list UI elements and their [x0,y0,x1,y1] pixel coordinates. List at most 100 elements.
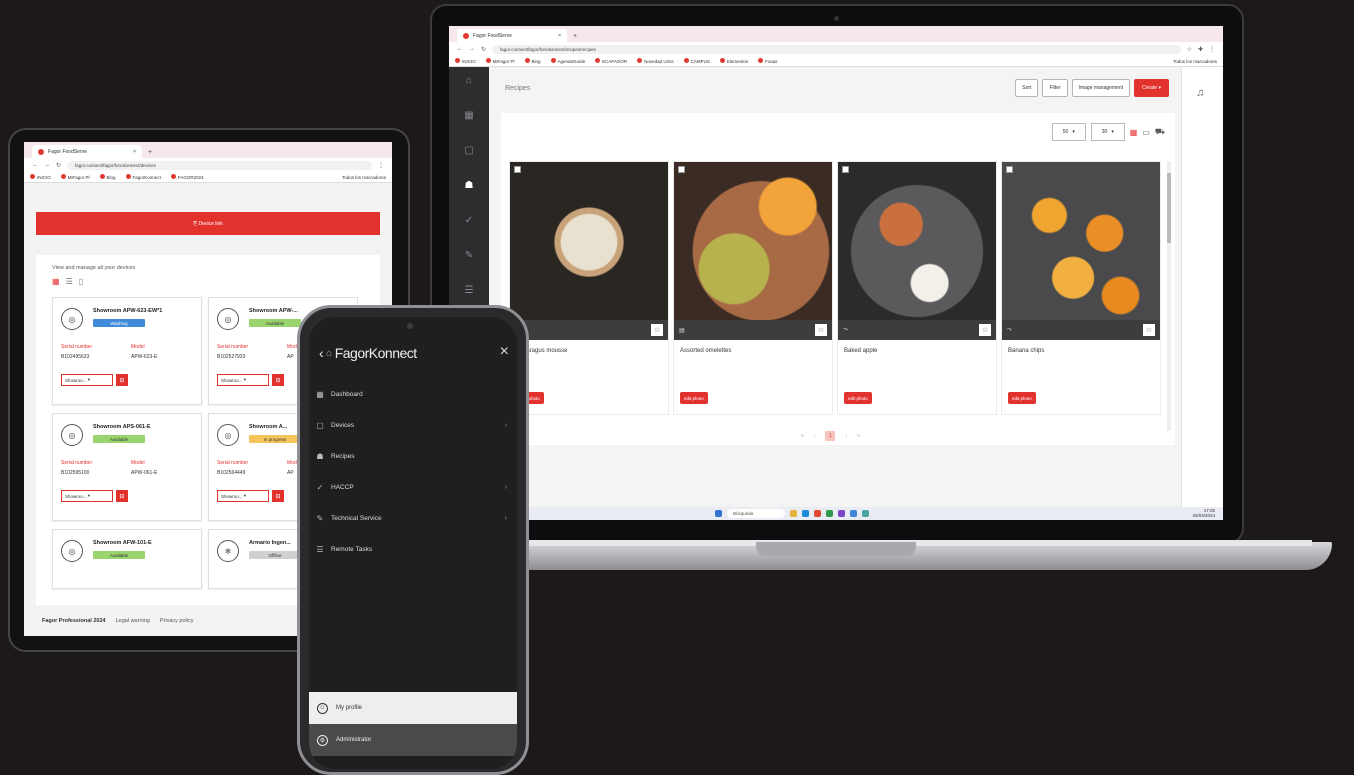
nav-item-recipes[interactable]: ☗ Recipes [309,441,517,472]
fagorkonnect-logo[interactable]: ‹ ⌂ FagorKonnect [319,345,417,361]
excel-icon[interactable] [826,510,833,517]
recipe-card[interactable]: ⤳ ☆ Banana chips edit photo [1001,161,1161,415]
select-checkbox[interactable] [1006,166,1013,173]
all-bookmarks-link[interactable]: Todos los marcadores [1173,59,1217,64]
bookmark-0[interactable]: INICIO [455,58,476,64]
nav-item-technical-service[interactable]: ✎ Technical Service › [309,503,517,534]
bookmark-2[interactable]: Blog [524,58,541,64]
edit-photo-button[interactable]: edit photo [1008,392,1036,404]
bookmark-7[interactable]: Elementos [719,58,748,64]
back-icon[interactable]: ← [457,46,463,52]
device-card[interactable]: ◎ Showroom APS-061-E Available Serial nu… [52,413,202,521]
tasks-icon[interactable]: ☰ [465,285,474,296]
location-select[interactable]: Showroo... ▾ [61,490,113,502]
outlook-icon[interactable] [850,510,857,517]
forward-icon[interactable]: → [469,46,475,52]
forward-icon[interactable]: → [44,162,50,168]
star-icon[interactable]: ☆ [1187,46,1192,53]
app-icon[interactable] [862,510,869,517]
favorite-icon[interactable]: ☆ [815,324,827,336]
bookmark-5[interactable]: Novedad Uriss [637,58,674,64]
windows-start-icon[interactable] [715,510,722,517]
back-chevron-icon[interactable]: ‹ [319,345,324,361]
device-link-button[interactable]: ⎘ Device link [36,212,380,235]
dashboard-icon[interactable]: ▦ [464,110,473,121]
nav-item-dashboard[interactable]: ▦ Dashboard [309,379,517,410]
filter-button[interactable]: Filter [1042,79,1068,97]
grid-view-icon[interactable]: ▦ [1130,128,1138,137]
recipe-card[interactable]: ▤ ☆ Assorted omelettes edit photo [673,161,833,415]
sort-select[interactable]: 30 ▾ [1090,123,1125,141]
delete-icon[interactable]: ⊟ [272,490,284,502]
location-select[interactable]: Showroo... ▾ [61,374,113,386]
first-page-button[interactable]: « [801,433,804,439]
device-card[interactable]: ◎ Showroom APW-623-EW*1 Washing Serial n… [52,297,202,405]
haccp-icon[interactable]: ✓ [465,215,473,226]
back-icon[interactable]: ← [32,162,38,168]
new-tab-button[interactable]: + [148,149,152,156]
scrollbar-thumb[interactable] [1167,173,1171,243]
reload-icon[interactable]: ↻ [56,162,61,169]
close-tab-icon[interactable]: × [558,33,561,39]
legal-warning-link[interactable]: Legal warning [116,618,150,624]
location-select[interactable]: Showroo... ▾ [217,490,269,502]
create-button[interactable]: Create ▾ [1134,79,1169,97]
service-icon[interactable]: ✎ [465,250,473,261]
grid-view-icon[interactable]: ▦ [52,277,60,286]
laptop-url-input[interactable]: fagor.connect/fagor/fonokonnect/recipes/… [492,44,1181,54]
select-checkbox[interactable] [842,166,849,173]
edit-photo-button[interactable]: edit photo [844,392,872,404]
laptop-browser-tab[interactable]: Fagor FoodServe × [457,29,567,42]
menu-dots-icon[interactable]: ⋮ [1209,46,1215,53]
image-management-button[interactable]: Image management [1071,79,1131,97]
bookmark-4[interactable]: ECAFAGOR [595,58,627,64]
prev-page-button[interactable]: ‹ [814,433,816,439]
administrator-item[interactable]: ⚙ Administrator [309,724,517,756]
bell-icon[interactable]: ♫ [1196,87,1204,99]
select-checkbox[interactable] [514,166,521,173]
file-explorer-icon[interactable] [790,510,797,517]
page-size-select[interactable]: 50 ▾ [1051,123,1086,141]
bookmark-3[interactable]: FagorKonnect [125,174,161,180]
chrome-icon[interactable] [814,510,821,517]
edge-icon[interactable] [802,510,809,517]
new-tab-button[interactable]: + [573,33,577,40]
folder-view-icon[interactable]: ▭ [1142,128,1150,137]
location-select[interactable]: Showroo... ▾ [217,374,269,386]
all-bookmarks-link[interactable]: Todos los marcadores [342,175,386,180]
home-icon[interactable]: ⌂ [466,75,472,86]
tablet-url-input[interactable]: fagor.connect/fagor/fonokonnect/devices [67,160,372,170]
devices-icon[interactable]: ▢ [464,145,473,156]
recipes-icon[interactable]: ☗ [465,180,474,191]
tablet-browser-tab[interactable]: Fagor FoodServe × [32,145,142,158]
nav-item-remote-tasks[interactable]: ☰ Remote Tasks [309,534,517,565]
mobile-view-icon[interactable]: ▯ [79,277,83,286]
taskbar-search-input[interactable]: Búsqueda [727,509,785,518]
extension-icon[interactable]: ✚ [1198,46,1203,53]
list-view-icon[interactable]: ☰ [66,277,73,286]
bookmark-6[interactable]: CAMPUS [683,58,710,64]
privacy-policy-link[interactable]: Privacy policy [160,618,194,624]
bookmark-2[interactable]: Blog [99,174,116,180]
bookmark-3[interactable]: AgendaGuide [550,58,585,64]
next-page-button[interactable]: › [845,433,847,439]
reload-icon[interactable]: ↻ [481,46,486,53]
delete-icon[interactable]: ⊟ [116,374,128,386]
current-page-button[interactable]: 1 [825,431,836,441]
bookmark-4[interactable]: FAGOR2024 [170,174,204,180]
last-page-button[interactable]: » [857,433,860,439]
sort-button[interactable]: Sort [1015,79,1039,97]
teams-icon[interactable] [838,510,845,517]
close-tab-icon[interactable]: × [133,149,136,155]
bookmark-1[interactable]: MiFagor Pl [60,174,90,180]
menu-dots-icon[interactable]: ⋮ [378,162,384,169]
select-checkbox[interactable] [678,166,685,173]
delete-icon[interactable]: ⊟ [116,490,128,502]
device-card[interactable]: ◎ Showroom AFW-101-E Available [52,529,202,589]
my-profile-item[interactable]: ☺ My profile [309,692,517,724]
recipe-card[interactable]: ⤳ ☆ Baked apple edit photo [837,161,997,415]
nav-item-devices[interactable]: ▢ Devices › [309,410,517,441]
cart-icon[interactable]: ⛟ [1155,127,1165,137]
edit-photo-button[interactable]: edit photo [680,392,708,404]
favorite-icon[interactable]: ☆ [979,324,991,336]
